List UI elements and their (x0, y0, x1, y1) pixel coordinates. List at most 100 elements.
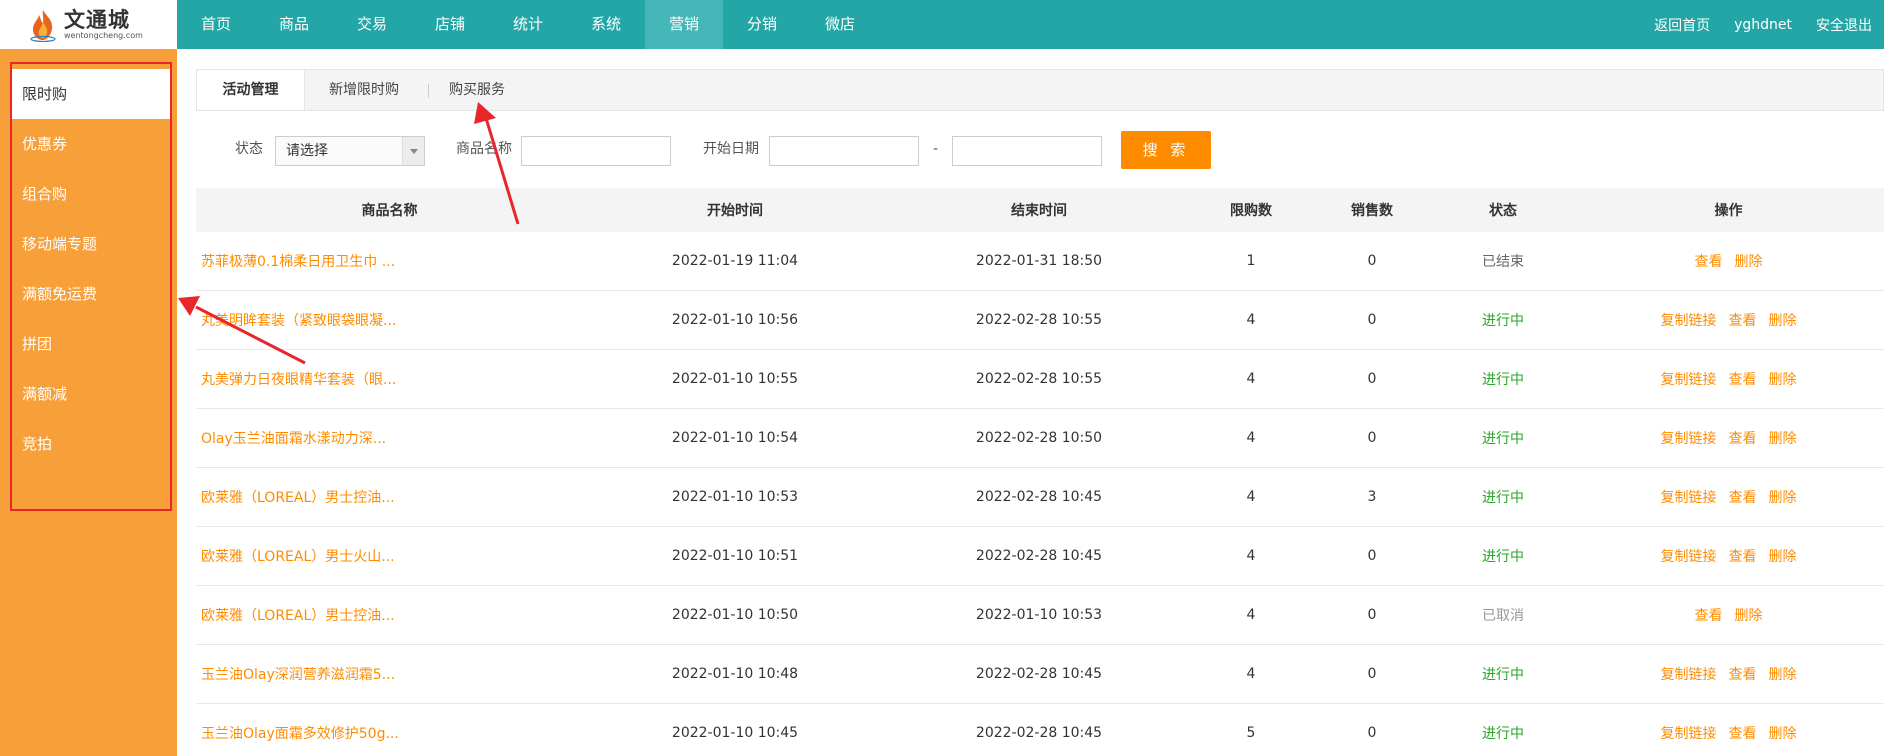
nav-item-system[interactable]: 系统 (567, 0, 645, 49)
col-header-ops: 操作 (1714, 203, 1743, 219)
end-time-cell: 2022-02-28 10:55 (975, 371, 1103, 387)
tab-add-flash-sale[interactable]: 新增限时购 (329, 70, 399, 110)
copy-link-button[interactable]: 复制链接 (1661, 723, 1717, 743)
product-name-link[interactable]: 苏菲极薄0.1棉柔日用卫生巾 ... (196, 232, 583, 290)
table-row: 丸美弹力日夜眼精华套装（眼... 2022-01-10 10:55 2022-02-… (196, 350, 1884, 409)
sidebar-item-free-shipping[interactable]: 满额免运费 (12, 269, 170, 319)
product-name-input[interactable] (521, 136, 671, 166)
delete-button[interactable]: 删除 (1769, 369, 1797, 389)
delete-button[interactable]: 删除 (1769, 723, 1797, 743)
return-home-link[interactable]: 返回首页 (1654, 15, 1710, 35)
delete-button[interactable]: 删除 (1769, 428, 1797, 448)
product-name-link[interactable]: 欧莱雅（LOREAL）男士火山... (196, 527, 583, 585)
end-time-cell: 2022-02-28 10:45 (975, 489, 1103, 505)
start-date-to-input[interactable] (952, 136, 1102, 166)
sidebar-item-auction[interactable]: 竞拍 (12, 419, 170, 469)
table-row: 欧莱雅（LOREAL）男士火山... 2022-01-10 10:51 2022-0… (196, 527, 1884, 586)
end-time-cell: 2022-02-28 10:45 (975, 548, 1103, 564)
view-button[interactable]: 查看 (1729, 546, 1757, 566)
limit-count-cell: 4 (1246, 489, 1256, 505)
start-time-cell: 2022-01-19 11:04 (671, 253, 799, 269)
limit-count-cell: 4 (1246, 312, 1256, 328)
status-select[interactable]: 请选择 (275, 136, 425, 166)
logo[interactable]: 文通城 wentongcheng.com (0, 0, 177, 49)
end-time-cell: 2022-02-28 10:45 (975, 725, 1103, 741)
copy-link-button[interactable]: 复制链接 (1661, 487, 1717, 507)
copy-link-button[interactable]: 复制链接 (1661, 428, 1717, 448)
copy-link-button[interactable]: 复制链接 (1661, 546, 1717, 566)
col-header-end: 结束时间 (1011, 203, 1067, 219)
product-name-link[interactable]: 丸美弹力日夜眼精华套装（眼... (196, 350, 583, 408)
product-name-link[interactable]: 欧莱雅（LOREAL）男士控油... (196, 586, 583, 644)
start-time-cell: 2022-01-10 10:53 (671, 489, 799, 505)
logo-subtitle: wentongcheng.com (64, 31, 143, 40)
sidebar-item-group-buy[interactable]: 拼团 (12, 319, 170, 369)
sold-count-cell: 0 (1367, 371, 1377, 387)
product-name-link[interactable]: 欧莱雅（LOREAL）男士控油... (196, 468, 583, 526)
view-button[interactable]: 查看 (1729, 487, 1757, 507)
nav-item-microshop[interactable]: 微店 (801, 0, 879, 49)
col-header-sold: 销售数 (1351, 203, 1393, 219)
nav-item-home[interactable]: 首页 (177, 0, 255, 49)
col-header-limit: 限购数 (1230, 203, 1272, 219)
view-button[interactable]: 查看 (1729, 428, 1757, 448)
end-time-cell: 2022-02-28 10:55 (975, 312, 1103, 328)
view-button[interactable]: 查看 (1729, 310, 1757, 330)
sold-count-cell: 0 (1367, 253, 1377, 269)
date-range-separator: - (933, 141, 939, 157)
end-time-cell: 2022-01-31 18:50 (975, 253, 1103, 269)
chevron-down-icon (402, 137, 424, 165)
limit-count-cell: 4 (1246, 371, 1256, 387)
sidebar-item-discount[interactable]: 满额减 (12, 369, 170, 419)
view-button[interactable]: 查看 (1729, 369, 1757, 389)
nav-item-distribution[interactable]: 分销 (723, 0, 801, 49)
table-row: 玉兰油Olay面霜多效修护50g... 2022-01-10 10:45 2022-… (196, 704, 1884, 756)
tab-buy-service[interactable]: 购买服务 (449, 70, 505, 110)
nav-item-stats[interactable]: 统计 (489, 0, 567, 49)
start-date-from-input[interactable] (769, 136, 919, 166)
copy-link-button[interactable]: 复制链接 (1661, 310, 1717, 330)
sidebar-item-flash-sale[interactable]: 限时购 (12, 69, 170, 119)
col-header-name: 商品名称 (361, 203, 418, 219)
sidebar-item-bundle[interactable]: 组合购 (12, 169, 170, 219)
status-cell: 进行中 (1482, 549, 1524, 565)
nav-item-store[interactable]: 店铺 (411, 0, 489, 49)
delete-button[interactable]: 删除 (1769, 546, 1797, 566)
logout-link[interactable]: 安全退出 (1816, 15, 1872, 35)
username-label[interactable]: yghdnet (1734, 17, 1792, 33)
tab-bar: 活动管理 新增限时购 购买服务 (196, 69, 1884, 111)
sold-count-cell: 0 (1367, 430, 1377, 446)
view-button[interactable]: 查看 (1695, 605, 1723, 625)
delete-button[interactable]: 删除 (1735, 251, 1763, 271)
product-name-link[interactable]: 丸美明眸套装（紧致眼袋眼凝... (196, 291, 583, 349)
delete-button[interactable]: 删除 (1769, 310, 1797, 330)
nav-item-products[interactable]: 商品 (255, 0, 333, 49)
sidebar-item-mobile-topic[interactable]: 移动端专题 (12, 219, 170, 269)
start-time-cell: 2022-01-10 10:54 (671, 430, 799, 446)
delete-button[interactable]: 删除 (1769, 664, 1797, 684)
nav-item-trade[interactable]: 交易 (333, 0, 411, 49)
view-button[interactable]: 查看 (1695, 251, 1723, 271)
copy-link-button[interactable]: 复制链接 (1661, 369, 1717, 389)
row-actions: 复制链接 查看 删除 (1573, 350, 1884, 408)
view-button[interactable]: 查看 (1729, 723, 1757, 743)
copy-link-button[interactable]: 复制链接 (1661, 664, 1717, 684)
search-button[interactable]: 搜 索 (1121, 131, 1211, 169)
delete-button[interactable]: 删除 (1735, 605, 1763, 625)
end-time-cell: 2022-02-28 10:45 (975, 666, 1103, 682)
sidebar-item-coupons[interactable]: 优惠券 (12, 119, 170, 169)
delete-button[interactable]: 删除 (1769, 487, 1797, 507)
status-cell: 进行中 (1482, 490, 1524, 506)
nav-item-marketing[interactable]: 营销 (645, 0, 723, 49)
view-button[interactable]: 查看 (1729, 664, 1757, 684)
product-name-link[interactable]: 玉兰油Olay面霜多效修护50g... (196, 704, 583, 756)
product-name-link[interactable]: Olay玉兰油面霜水漾动力深... (196, 409, 583, 467)
top-nav-bar: 文通城 wentongcheng.com 首页 商品 交易 店铺 统计 系统 营… (0, 0, 1884, 49)
status-cell: 已取消 (1482, 608, 1524, 624)
tab-activity-management[interactable]: 活动管理 (197, 70, 305, 110)
start-time-cell: 2022-01-10 10:48 (671, 666, 799, 682)
sold-count-cell: 0 (1367, 666, 1377, 682)
logo-title: 文通城 (64, 7, 130, 32)
tab-divider (428, 84, 429, 98)
product-name-link[interactable]: 玉兰油Olay深润营养滋润霜5... (196, 645, 583, 703)
